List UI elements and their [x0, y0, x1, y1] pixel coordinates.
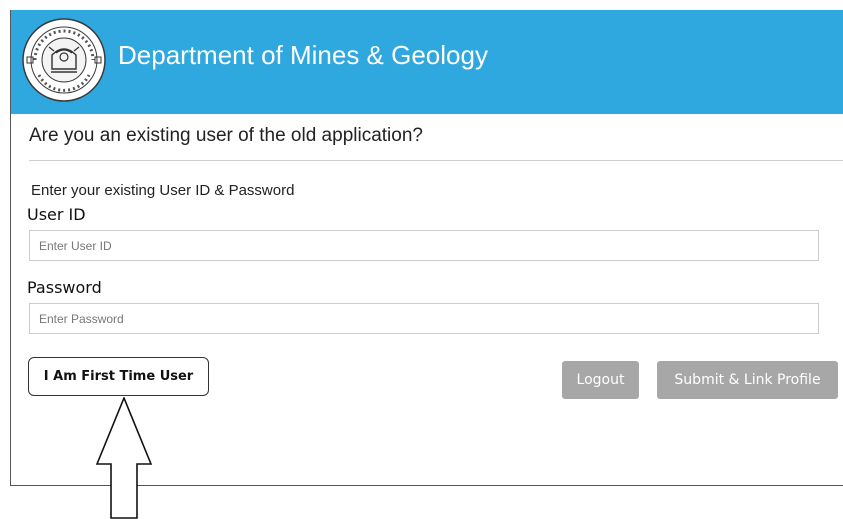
instruction-text: Enter your existing User ID & Password: [31, 182, 295, 199]
first-time-user-button[interactable]: I Am First Time User: [28, 357, 209, 396]
user-id-input[interactable]: [29, 230, 819, 261]
logout-button[interactable]: Logout: [562, 361, 639, 399]
rajasthan-emblem-icon: [22, 18, 106, 102]
divider: [29, 160, 843, 161]
password-label: Password: [27, 278, 102, 297]
password-input[interactable]: [29, 303, 819, 334]
submit-link-profile-button[interactable]: Submit & Link Profile: [657, 361, 838, 399]
header-bar: Department of Mines & Geology: [11, 10, 843, 114]
user-id-label: User ID: [27, 205, 86, 224]
up-arrow-icon: [96, 397, 152, 519]
header-title: Department of Mines & Geology: [118, 40, 488, 70]
existing-user-question: Are you an existing user of the old appl…: [29, 125, 423, 146]
